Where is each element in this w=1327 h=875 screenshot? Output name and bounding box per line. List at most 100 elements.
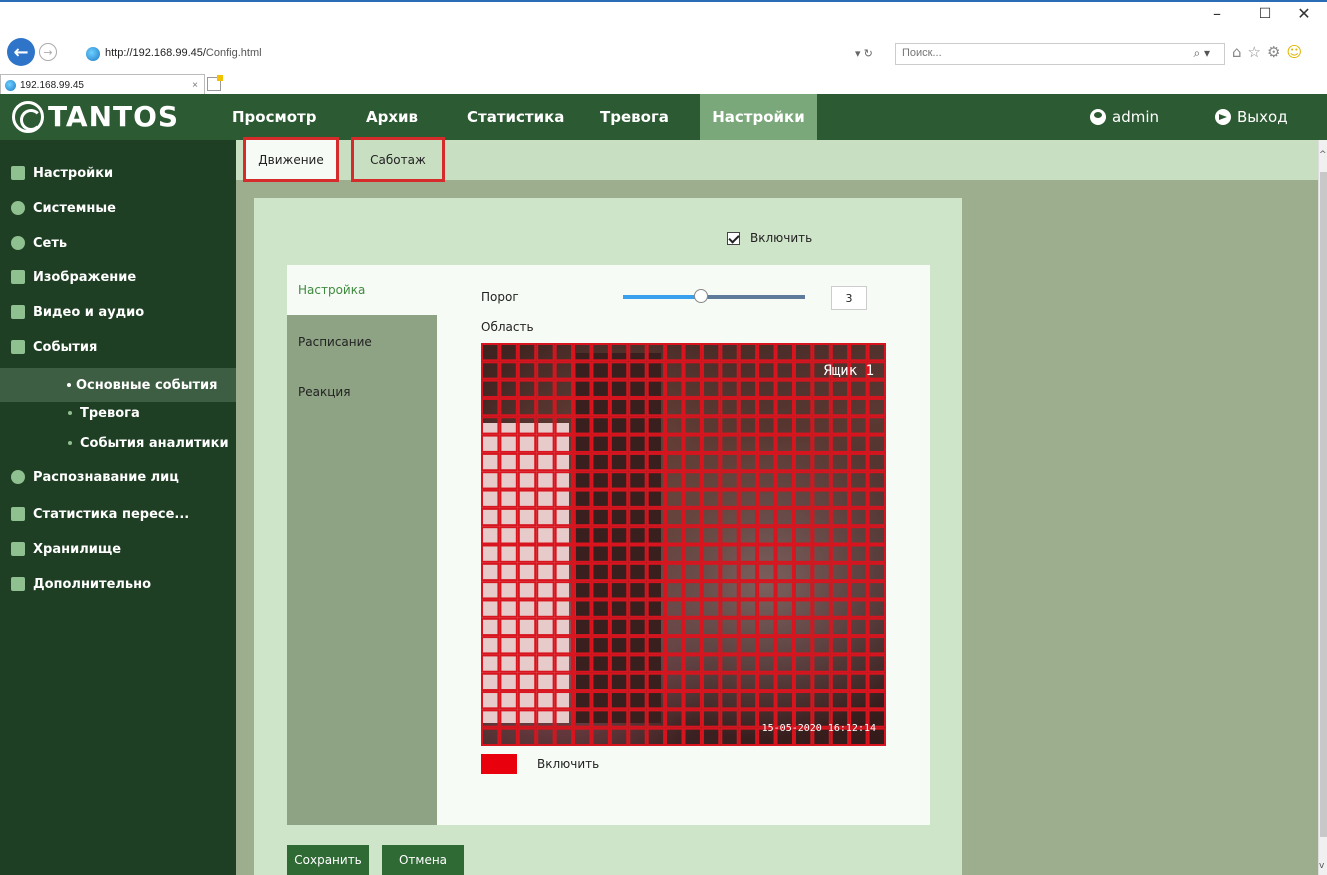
grid-cell[interactable] (830, 617, 850, 637)
grid-cell[interactable] (720, 397, 739, 417)
grid-cell[interactable] (812, 562, 831, 582)
grid-cell[interactable] (738, 544, 758, 563)
grid-cell[interactable] (481, 507, 500, 527)
grid-cell[interactable] (738, 562, 758, 582)
grid-cell[interactable] (775, 471, 794, 490)
grid-cell[interactable] (609, 581, 629, 600)
grid-cell[interactable] (665, 617, 684, 637)
grid-cell[interactable] (683, 489, 702, 508)
grid-cell[interactable] (646, 489, 666, 508)
grid-cell[interactable] (793, 434, 813, 453)
grid-cell[interactable] (536, 636, 555, 655)
grid-cell[interactable] (830, 397, 850, 417)
grid-cell[interactable] (554, 379, 574, 398)
grid-cell[interactable] (554, 599, 574, 618)
sidebar-item-image[interactable]: Изображение (0, 260, 236, 294)
grid-cell[interactable] (701, 452, 721, 472)
grid-cell[interactable] (775, 452, 794, 472)
grid-cell[interactable] (793, 452, 813, 472)
grid-cell[interactable] (738, 636, 758, 655)
grid-cell[interactable] (793, 361, 813, 380)
grid-cell[interactable] (665, 654, 684, 673)
grid-cell[interactable] (554, 343, 574, 362)
grid-cell[interactable] (665, 379, 684, 398)
refresh-icon[interactable]: ▾ ↻ (855, 47, 873, 60)
grid-cell[interactable] (481, 544, 500, 563)
grid-cell[interactable] (646, 599, 666, 618)
grid-cell[interactable] (591, 691, 610, 710)
grid-cell[interactable] (867, 654, 886, 673)
grid-cell[interactable] (720, 343, 739, 362)
grid-cell[interactable] (536, 434, 555, 453)
grid-cell[interactable] (536, 672, 555, 692)
address-bar[interactable]: http://192.168.99.45/Config.html (105, 47, 262, 59)
grid-cell[interactable] (628, 434, 647, 453)
grid-cell[interactable] (481, 636, 500, 655)
grid-cell[interactable] (499, 452, 518, 472)
grid-cell[interactable] (738, 599, 758, 618)
grid-cell[interactable] (720, 361, 739, 380)
sidebar-item-storage[interactable]: Хранилище (0, 532, 236, 566)
grid-cell[interactable] (609, 343, 629, 362)
grid-cell[interactable] (757, 581, 776, 600)
grid-cell[interactable] (867, 452, 886, 472)
grid-cell[interactable] (554, 489, 574, 508)
grid-cell[interactable] (812, 343, 831, 362)
checkbox-checked-icon[interactable] (727, 231, 740, 245)
grid-cell[interactable] (683, 544, 702, 563)
video-preview[interactable]: Ящик 1 15-05-2020 16:12:14 (481, 343, 886, 746)
grid-cell[interactable] (830, 434, 850, 453)
threshold-slider[interactable] (623, 289, 805, 303)
grid-cell[interactable] (849, 434, 868, 453)
grid-cell[interactable] (554, 709, 574, 728)
grid-cell[interactable] (517, 636, 537, 655)
grid-cell[interactable] (517, 361, 537, 380)
grid-cell[interactable] (683, 599, 702, 618)
grid-cell[interactable] (591, 507, 610, 527)
grid-cell[interactable] (793, 379, 813, 398)
grid-cell[interactable] (591, 727, 610, 746)
grid-cell[interactable] (646, 361, 666, 380)
grid-cell[interactable] (775, 544, 794, 563)
grid-cell[interactable] (573, 727, 592, 746)
grid-cell[interactable] (793, 599, 813, 618)
grid-cell[interactable] (481, 709, 500, 728)
grid-cell[interactable] (628, 361, 647, 380)
grid-cell[interactable] (720, 379, 739, 398)
grid-cell[interactable] (683, 581, 702, 600)
grid-cell[interactable] (573, 361, 592, 380)
grid-cell[interactable] (793, 489, 813, 508)
grid-cell[interactable] (481, 489, 500, 508)
grid-cell[interactable] (867, 507, 886, 527)
grid-cell[interactable] (867, 526, 886, 545)
grid-cell[interactable] (793, 672, 813, 692)
grid-cell[interactable] (628, 617, 647, 637)
grid-cell[interactable] (628, 526, 647, 545)
grid-cell[interactable] (499, 397, 518, 417)
grid-cell[interactable] (849, 379, 868, 398)
grid-cell[interactable] (720, 617, 739, 637)
grid-cell[interactable] (591, 526, 610, 545)
grid-cell[interactable] (757, 416, 776, 435)
grid-cell[interactable] (499, 544, 518, 563)
grid-cell[interactable] (701, 672, 721, 692)
grid-cell[interactable] (573, 507, 592, 527)
grid-cell[interactable] (646, 434, 666, 453)
grid-cell[interactable] (517, 343, 537, 362)
grid-cell[interactable] (646, 397, 666, 417)
grid-cell[interactable] (793, 654, 813, 673)
grid-cell[interactable] (812, 654, 831, 673)
grid-cell[interactable] (499, 416, 518, 435)
grid-cell[interactable] (609, 489, 629, 508)
grid-cell[interactable] (849, 562, 868, 582)
grid-cell[interactable] (499, 599, 518, 618)
grid-cell[interactable] (701, 361, 721, 380)
grid-cell[interactable] (701, 581, 721, 600)
grid-cell[interactable] (812, 617, 831, 637)
grid-cell[interactable] (757, 489, 776, 508)
grid-cell[interactable] (830, 452, 850, 472)
grid-cell[interactable] (517, 581, 537, 600)
grid-cell[interactable] (554, 416, 574, 435)
grid-cell[interactable] (646, 709, 666, 728)
grid-cell[interactable] (536, 507, 555, 527)
